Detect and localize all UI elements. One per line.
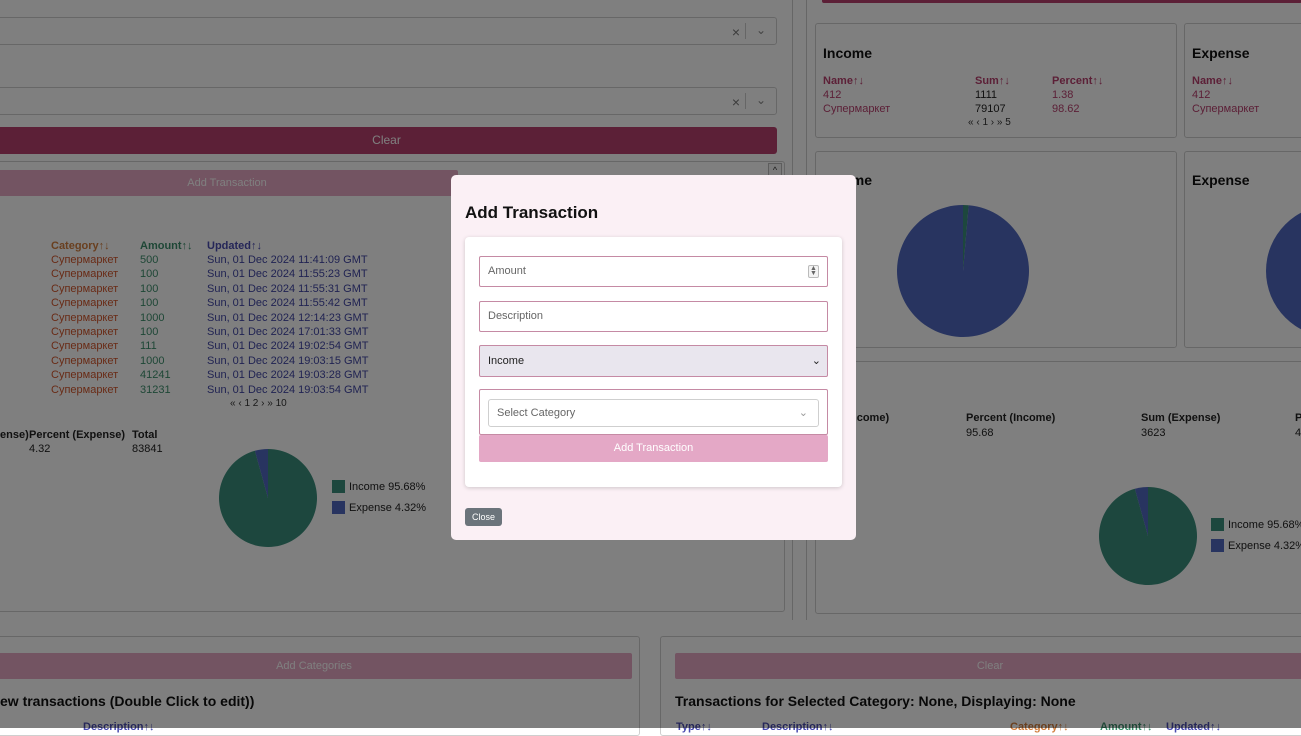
amount-placeholder: Amount [488,265,526,277]
transaction-type-select[interactable]: Income ⌄ [479,345,828,377]
type-select-value: Income [488,355,525,367]
modal-title: Add Transaction [465,203,599,222]
transaction-form: Amount ▲ ▼ Description Income ⌄ Select Ca… [465,237,842,487]
number-stepper-icon[interactable]: ▲ ▼ [808,265,819,278]
close-button[interactable]: Close [465,508,502,526]
category-select[interactable]: Select Category ⌄ [488,399,819,427]
add-transaction-submit-button[interactable]: Add Transaction [479,435,828,462]
chevron-down-icon: ⌄ [811,355,821,367]
description-placeholder: Description [488,310,544,322]
category-select-wrapper: Select Category ⌄ [479,389,828,435]
chevron-down-icon: ⌄ [798,407,808,419]
add-transaction-modal: Add Transaction Amount ▲ ▼ Description In… [451,175,856,540]
amount-input[interactable]: Amount ▲ ▼ [479,256,828,287]
description-input[interactable]: Description [479,301,828,332]
category-placeholder: Select Category [497,407,576,419]
